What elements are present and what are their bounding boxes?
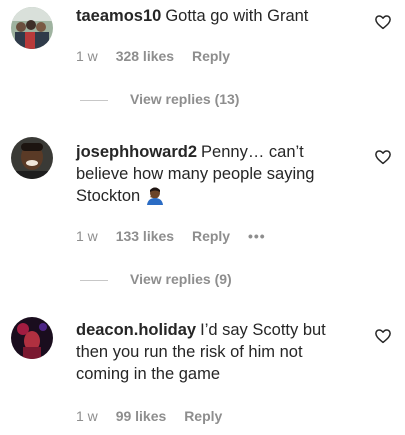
divider-line — [80, 99, 108, 101]
comment-meta: 1 w 133 likes Reply ••• — [76, 228, 280, 244]
username[interactable]: deacon.holiday — [76, 321, 196, 339]
comment-body: taeamos10 Gotta go with Grant — [76, 5, 346, 27]
like-count[interactable]: 328 likes — [116, 48, 174, 64]
person-facepalming-icon — [145, 185, 165, 205]
comment-text: Gotta go with Grant — [165, 7, 309, 25]
avatar[interactable] — [11, 7, 53, 49]
avatar-image — [11, 137, 53, 179]
view-replies-button[interactable]: View replies (13) — [80, 91, 239, 107]
username[interactable]: josephhoward2 — [76, 143, 197, 161]
view-replies-button[interactable]: View replies (9) — [80, 271, 232, 287]
reply-button[interactable]: Reply — [192, 48, 230, 64]
divider-line — [80, 279, 108, 281]
view-replies-label: View replies (9) — [130, 271, 232, 287]
heart-outline-icon[interactable] — [374, 327, 392, 345]
heart-outline-icon[interactable] — [374, 148, 392, 166]
comment-meta: 1 w 328 likes Reply — [76, 48, 244, 64]
like-count[interactable]: 133 likes — [116, 228, 174, 244]
comment-meta: 1 w 99 likes Reply — [76, 408, 236, 424]
view-replies-label: View replies (13) — [130, 91, 240, 107]
heart-outline-icon[interactable] — [374, 13, 392, 31]
avatar-image — [11, 317, 53, 359]
username[interactable]: taeamos10 — [76, 7, 161, 25]
avatar-image — [11, 7, 53, 49]
avatar[interactable] — [11, 137, 53, 179]
comment-age: 1 w — [76, 228, 98, 244]
comment-body: josephhoward2 Penny… can’t believe how ma… — [76, 141, 346, 207]
reply-button[interactable]: Reply — [184, 408, 222, 424]
comment-age: 1 w — [76, 48, 98, 64]
like-count[interactable]: 99 likes — [116, 408, 167, 424]
avatar[interactable] — [11, 317, 53, 359]
comment-body: deacon.holiday I’d say Scotty but then yo… — [76, 319, 346, 385]
comment-age: 1 w — [76, 408, 98, 424]
more-options-icon[interactable]: ••• — [248, 228, 266, 244]
reply-button[interactable]: Reply — [192, 228, 230, 244]
